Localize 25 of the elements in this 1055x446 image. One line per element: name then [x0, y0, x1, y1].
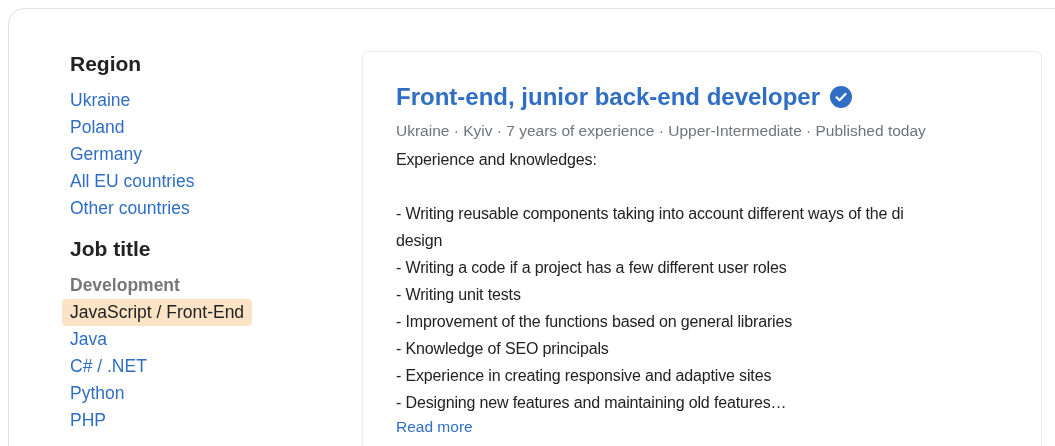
filter-heading: Job title — [70, 236, 152, 262]
description-line: - Writing unit tests — [396, 285, 522, 305]
filter-link[interactable]: PHP — [62, 407, 114, 434]
description-line: - Writing reusable components taking into account different ways of the di — [396, 204, 905, 224]
description-line: - Experience in creating responsive and adaptive sites — [396, 366, 773, 386]
filter-heading: Region — [70, 51, 143, 77]
filter-link[interactable]: JavaScript / Front-End — [62, 299, 253, 326]
filter-group-label: Development — [69, 274, 181, 297]
description-line: - Knowledge of SEO principals — [396, 339, 610, 359]
description-intro: Experience and knowledges: — [396, 150, 598, 170]
job-meta: Ukraine · Kyiv · 7 years of experience · Upper-Intermediate · Published today — [396, 122, 927, 140]
description-line: design — [396, 231, 444, 251]
filter-link[interactable]: C# / .NET — [62, 353, 155, 380]
filter-link[interactable]: Python — [62, 380, 133, 407]
filter-link[interactable]: All EU countries — [62, 168, 203, 195]
description-line: - Writing a code if a project has a few different user roles — [396, 258, 788, 278]
filter-link[interactable]: Poland — [62, 114, 133, 141]
filter-link[interactable]: Germany — [62, 141, 150, 168]
description-line: - Designing new features and maintaining old features… — [396, 393, 788, 413]
description-line: - Improvement of the functions based on general libraries — [396, 312, 794, 332]
read-more-link[interactable]: Read more — [396, 418, 473, 436]
filter-link[interactable]: Other countries — [62, 195, 198, 222]
filter-link[interactable]: Java — [62, 326, 115, 353]
job-title[interactable]: Front-end, junior back-end developer — [396, 80, 821, 114]
filter-link[interactable]: Ukraine — [62, 87, 139, 114]
